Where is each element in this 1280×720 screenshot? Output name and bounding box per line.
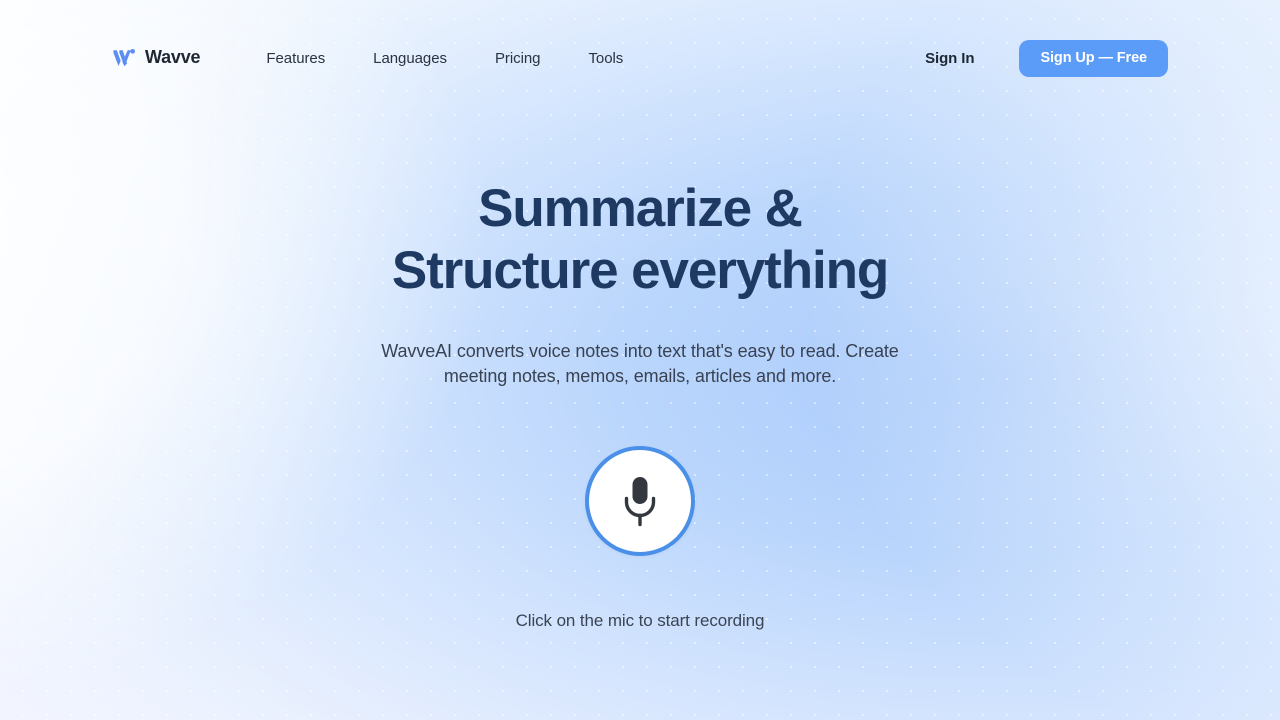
site-header: Wavve Features Languages Pricing Tools S…: [0, 0, 1280, 116]
main-navigation: Features Languages Pricing Tools: [242, 42, 647, 75]
headline-line-1: Summarize &: [478, 179, 803, 238]
brand-logo[interactable]: Wavve: [112, 47, 201, 68]
record-mic-button[interactable]: [585, 446, 695, 557]
nav-item-languages[interactable]: Languages: [349, 42, 471, 75]
nav-item-pricing[interactable]: Pricing: [471, 42, 565, 75]
hero-section: Summarize & Structure everything WavveAI…: [0, 116, 1280, 720]
brand-name: Wavve: [145, 47, 201, 67]
sign-in-link[interactable]: Sign In: [915, 42, 984, 75]
hero-subtitle: WavveAI converts voice notes into text t…: [381, 341, 899, 386]
sign-up-button[interactable]: Sign Up — Free: [1019, 39, 1168, 77]
wavve-w-mark-icon: [113, 49, 135, 67]
page-title: Summarize & Structure everything: [391, 179, 889, 300]
header-actions: Sign In Sign Up — Free: [915, 39, 1168, 77]
nav-item-tools[interactable]: Tools: [564, 42, 647, 75]
nav-item-features[interactable]: Features: [242, 42, 349, 75]
microphone-icon: [624, 477, 656, 527]
landing-page: Wavve Features Languages Pricing Tools S…: [0, 0, 1280, 720]
mic-caption: Click on the mic to start recording: [515, 611, 765, 631]
headline-line-2: Structure everything: [391, 241, 889, 300]
